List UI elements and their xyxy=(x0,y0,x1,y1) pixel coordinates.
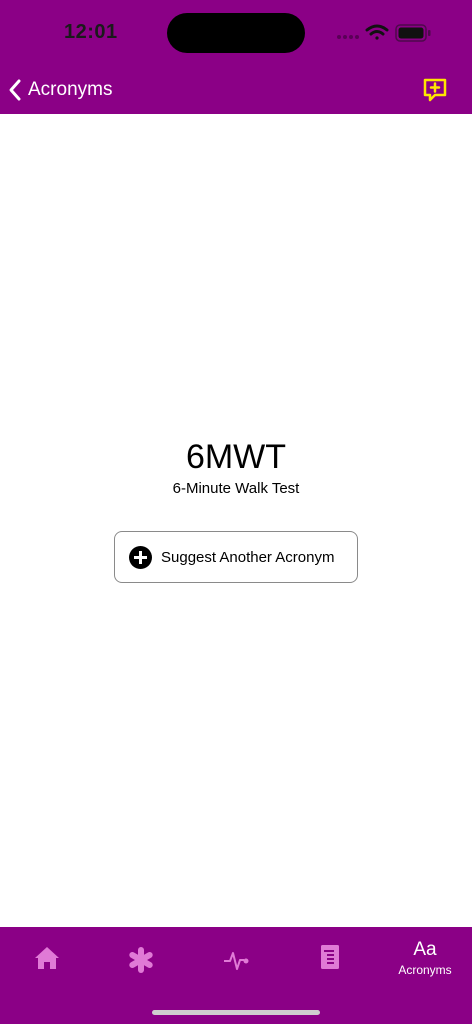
tab-documents[interactable] xyxy=(283,927,377,1007)
status-bar: 12:01 xyxy=(0,0,472,66)
acronyms-icon: Aa xyxy=(413,939,437,960)
dynamic-island xyxy=(167,13,305,53)
suggest-button-label: Suggest Another Acronym xyxy=(161,548,335,566)
suggest-icon xyxy=(423,78,447,102)
back-button[interactable]: Acronyms xyxy=(8,76,112,104)
navigation-bar: Acronyms xyxy=(0,66,472,114)
pulse-icon xyxy=(224,952,249,970)
suggest-another-acronym-button[interactable]: Suggest Another Acronym xyxy=(114,531,358,583)
wifi-icon xyxy=(365,24,389,40)
suggest-acronym-nav-button[interactable] xyxy=(421,76,449,104)
status-time: 12:01 xyxy=(64,21,118,43)
chevron-left-icon xyxy=(9,79,21,101)
acronym-code: 6MWT xyxy=(185,438,287,476)
acronym-definition: 6-Minute Walk Test xyxy=(172,480,300,497)
acronym-detail: 6MWT 6-Minute Walk Test Suggest Another … xyxy=(0,114,472,927)
tab-medical[interactable] xyxy=(94,927,188,1007)
tab-vitals[interactable] xyxy=(189,927,283,1007)
status-icons xyxy=(334,22,434,44)
cellular-icon xyxy=(337,35,359,39)
document-icon xyxy=(321,945,339,969)
tab-acronyms[interactable]: Aa Acronyms xyxy=(378,927,472,1007)
asterisk-icon xyxy=(129,947,153,973)
home-icon xyxy=(35,947,59,969)
plus-circle-icon xyxy=(129,545,152,569)
tab-home[interactable] xyxy=(0,927,94,1007)
battery-icon xyxy=(395,24,431,42)
back-button-label: Acronyms xyxy=(28,79,113,100)
home-indicator xyxy=(152,1010,320,1015)
tab-acronyms-label: Acronyms xyxy=(398,963,452,977)
